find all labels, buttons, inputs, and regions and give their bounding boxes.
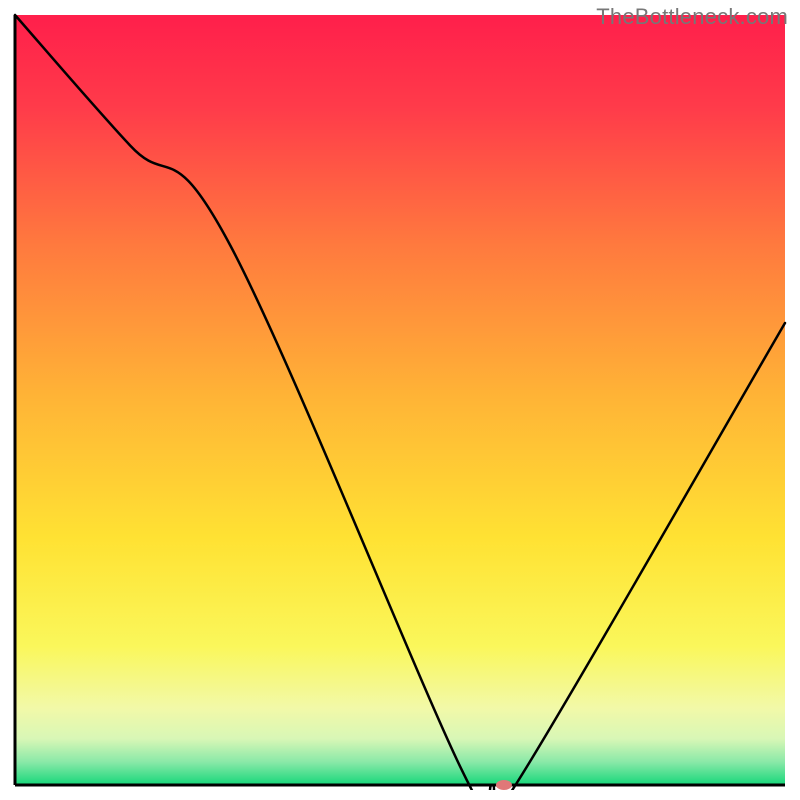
- bottleneck-chart: [10, 10, 790, 790]
- chart-container: [10, 10, 790, 790]
- optimal-marker: [496, 780, 512, 790]
- plot-background: [15, 15, 785, 785]
- watermark-text: TheBottleneck.com: [596, 4, 788, 30]
